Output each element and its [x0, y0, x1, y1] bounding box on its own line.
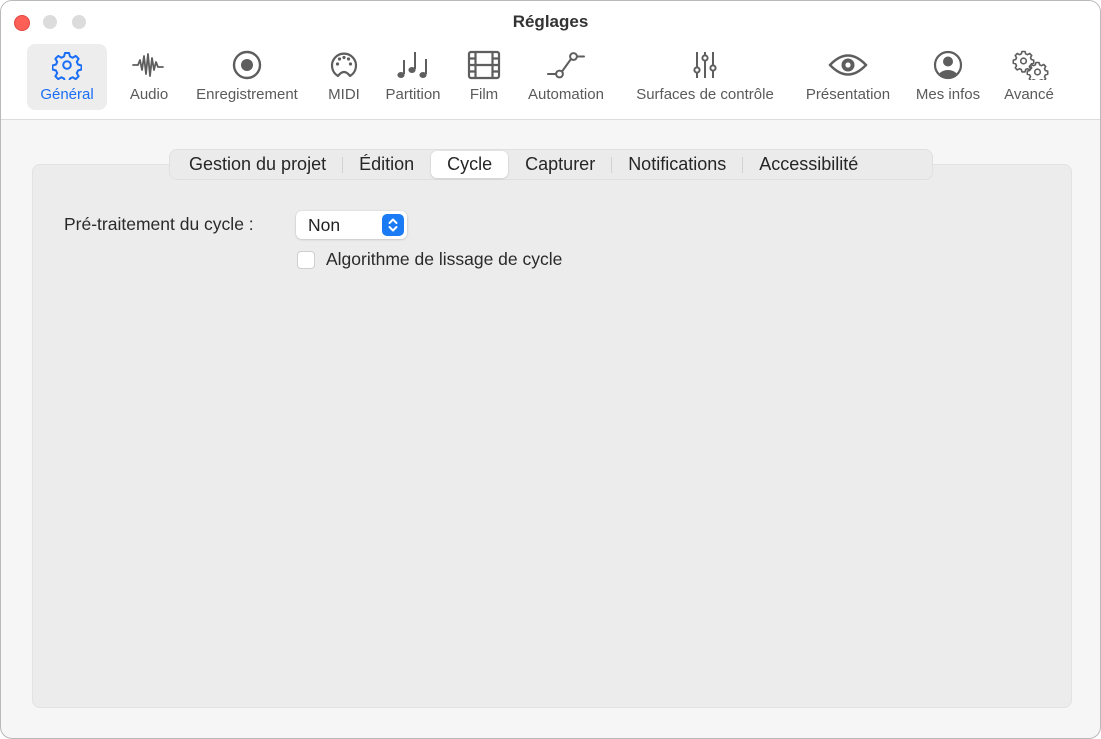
- tab-project-management[interactable]: Gestion du projet: [173, 151, 342, 178]
- music-notes-icon: [395, 48, 431, 82]
- eye-icon: [828, 48, 868, 82]
- person-circle-icon: [933, 48, 963, 82]
- toolbar-label: Mes infos: [915, 86, 981, 103]
- toolbar-item-control-surfaces[interactable]: Surfaces de contrôle: [623, 44, 787, 110]
- automation-curve-icon: [546, 48, 586, 82]
- toolbar-label: Audio: [129, 86, 169, 103]
- toolbar-label: Présentation: [805, 86, 891, 103]
- gears-icon: [1009, 48, 1049, 82]
- toolbar-item-my-info[interactable]: Mes infos: [907, 44, 989, 110]
- sliders-icon: [690, 48, 720, 82]
- toolbar-label: Surfaces de contrôle: [636, 86, 774, 103]
- tab-bar: Gestion du projet Édition Cycle Capturer…: [169, 149, 933, 180]
- film-icon: [467, 48, 501, 82]
- preferences-toolbar: Général Audio Enregistrement MIDI Partit…: [1, 44, 1100, 110]
- toolbar-label: Général: [40, 86, 94, 103]
- popup-selected-value: Non: [308, 215, 341, 235]
- toolbar-item-automation[interactable]: Automation: [519, 44, 613, 110]
- toolbar-item-audio[interactable]: Audio: [121, 44, 177, 110]
- record-icon: [232, 48, 262, 82]
- midi-connector-icon: [329, 48, 359, 82]
- toolbar-label: Enregistrement: [196, 86, 298, 103]
- waveform-icon: [132, 48, 166, 82]
- cycle-smoothing-label[interactable]: Algorithme de lissage de cycle: [326, 249, 562, 270]
- title-bar: Réglages Général Audio Enregistrement MI…: [1, 1, 1100, 120]
- cycle-preprocess-label: Pré-traitement du cycle :: [64, 214, 254, 234]
- gear-icon: [52, 48, 82, 82]
- tab-accessibility[interactable]: Accessibilité: [743, 151, 874, 178]
- toolbar-item-film[interactable]: Film: [461, 44, 507, 110]
- up-down-chevron-icon: [382, 214, 404, 236]
- toolbar-label: Film: [469, 86, 499, 103]
- tab-notifications[interactable]: Notifications: [612, 151, 742, 178]
- toolbar-item-score[interactable]: Partition: [377, 44, 449, 110]
- cycle-smoothing-checkbox[interactable]: [297, 251, 315, 269]
- toolbar-label: Automation: [528, 86, 604, 103]
- toolbar-label: Partition: [385, 86, 441, 103]
- toolbar-label: MIDI: [328, 86, 360, 103]
- tab-cycle[interactable]: Cycle: [431, 151, 509, 178]
- tab-editing[interactable]: Édition: [343, 151, 430, 178]
- toolbar-item-general[interactable]: Général: [27, 44, 107, 110]
- settings-window: Réglages Général Audio Enregistrement MI…: [0, 0, 1101, 739]
- window-title: Réglages: [512, 12, 589, 31]
- toolbar-item-recording[interactable]: Enregistrement: [185, 44, 309, 110]
- settings-panel: [32, 164, 1072, 708]
- cycle-preprocess-popup[interactable]: Non: [296, 211, 407, 239]
- toolbar-item-advanced[interactable]: Avancé: [997, 44, 1061, 110]
- toolbar-label: Avancé: [1004, 86, 1054, 103]
- toolbar-item-display[interactable]: Présentation: [797, 44, 899, 110]
- tab-capture[interactable]: Capturer: [509, 151, 611, 178]
- toolbar-item-midi[interactable]: MIDI: [319, 44, 369, 110]
